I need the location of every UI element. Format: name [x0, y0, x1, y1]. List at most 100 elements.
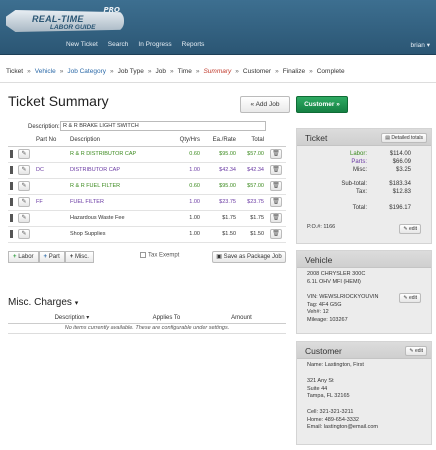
breadcrumb: Ticket » Vehicle » Job Category » Job Ty… — [6, 68, 345, 75]
divider — [0, 82, 436, 83]
drag-handle-icon[interactable] — [10, 198, 13, 206]
job-row[interactable]: ✎ DC DISTRIBUTOR CAP 1.00 $42.34 $42.34 🗑 — [8, 162, 286, 179]
tax-exempt-checkbox[interactable]: Tax Exempt — [140, 252, 179, 259]
po-number: P.O.#: 1166 — [307, 224, 336, 230]
vehicle-description: 2008 CHRYSLER 300C 6.1L OHV MFI (HEMI) — [307, 271, 366, 285]
col-total: Total — [238, 134, 266, 147]
edit-line-button[interactable]: ✎ — [18, 165, 30, 175]
job-row[interactable]: ✎ FF FUEL FILTER 1.00 $23.75 $23.75 🗑 — [8, 194, 286, 211]
delete-line-button[interactable]: 🗑 — [270, 197, 282, 207]
page-title: Ticket Summary — [8, 93, 109, 109]
crumb-finalize[interactable]: Finalize — [283, 68, 305, 75]
line-total: $1.75 — [238, 210, 266, 227]
drag-handle-icon[interactable] — [10, 214, 13, 222]
line-qty: 1.00 — [166, 210, 202, 227]
top-bar: PRO REAL-TIME LABOR GUIDE New Ticket Sea… — [0, 0, 436, 55]
customer-contact: Cell: 321-321-3211 Home: 489-654-3332 Em… — [307, 409, 378, 430]
crumb-complete[interactable]: Complete — [317, 68, 345, 75]
line-rate: $1.75 — [202, 210, 238, 227]
line-part-no — [34, 226, 68, 243]
edit-line-button[interactable]: ✎ — [18, 197, 30, 207]
crumb-time[interactable]: Time — [178, 68, 192, 75]
line-total: $57.00 — [238, 178, 266, 195]
description-input[interactable]: R & R BRAKE LIGHT SWITCH — [60, 121, 266, 131]
job-row[interactable]: ✎ R & R FUEL FILTER 0.60 $95.00 $57.00 🗑 — [8, 178, 286, 195]
vehicle-panel: Vehicle 2008 CHRYSLER 300C 6.1L OHV MFI … — [296, 250, 432, 334]
app-logo[interactable]: PRO REAL-TIME LABOR GUIDE — [6, 6, 124, 38]
edit-line-button[interactable]: ✎ — [18, 181, 30, 191]
crumb-customer[interactable]: Customer — [243, 68, 271, 75]
misc-col-amount: Amount — [197, 313, 286, 324]
delete-line-button[interactable]: 🗑 — [270, 213, 282, 223]
line-total: $42.34 — [238, 162, 266, 179]
job-row[interactable]: ✎ Shop Supplies 1.00 $1.50 $1.50 🗑 — [8, 226, 286, 243]
line-description: R & R DISTRIBUTOR CAP — [68, 146, 166, 163]
subtotal-label: Sub-total: — [341, 181, 367, 187]
tax-value: $12.83 — [392, 189, 411, 195]
customer-edit-button[interactable]: ✎ edit — [405, 346, 427, 356]
save-package-job-button[interactable]: ▣ Save as Package Job — [212, 251, 286, 263]
line-description: FUEL FILTER — [68, 194, 166, 211]
add-job-button[interactable]: « Add Job — [240, 96, 290, 113]
line-total: $57.00 — [238, 146, 266, 163]
nav-search[interactable]: Search — [108, 41, 129, 48]
drag-handle-icon[interactable] — [10, 230, 13, 238]
customer-panel: Customer ✎ edit Name: Lastington, First … — [296, 341, 432, 445]
nav-reports[interactable]: Reports — [182, 41, 205, 48]
ticket-panel: Ticket ▤ Detailed totals Labor: $114.00 … — [296, 128, 432, 244]
crumb-job-type[interactable]: Job Type — [118, 68, 144, 75]
delete-line-button[interactable]: 🗑 — [270, 181, 282, 191]
detailed-totals-button[interactable]: ▤ Detailed totals — [381, 133, 427, 143]
delete-line-button[interactable]: 🗑 — [270, 229, 282, 239]
delete-line-button[interactable]: 🗑 — [270, 165, 282, 175]
customer-address: 321 Any St Suite 44 Tampa, FL 32165 — [307, 378, 350, 399]
line-qty: 1.00 — [166, 162, 202, 179]
crumb-vehicle[interactable]: Vehicle — [35, 68, 56, 75]
crumb-ticket[interactable]: Ticket — [6, 68, 23, 75]
tax-label: Tax: — [355, 189, 367, 195]
line-description: Shop Supplies — [68, 226, 166, 243]
vehicle-panel-header: Vehicle — [297, 251, 431, 268]
add-labor-button[interactable]: + Labor — [8, 251, 39, 263]
line-part-no — [34, 210, 68, 227]
subtotal-value: $183.34 — [389, 181, 411, 187]
line-qty: 1.00 — [166, 194, 202, 211]
line-part-no: DC — [34, 162, 68, 179]
misc-charges-title: Misc. Charges ▾ — [8, 297, 79, 308]
line-description: DISTRIBUTOR CAP — [68, 162, 166, 179]
edit-line-button[interactable]: ✎ — [18, 149, 30, 159]
line-description: Hazardous Waste Fee — [68, 210, 166, 227]
line-rate: $95.00 — [202, 146, 238, 163]
parts-label: Parts: — [351, 159, 367, 165]
jobs-table: Part No Description Qty/Hrs Ea./Rate Tot… — [8, 134, 286, 243]
customer-button[interactable]: Customer » — [296, 96, 348, 113]
misc-charges-table: Description ▾ Applies To Amount No items… — [8, 313, 286, 334]
job-row[interactable]: ✎ Hazardous Waste Fee 1.00 $1.75 $1.75 🗑 — [8, 210, 286, 227]
customer-panel-header: Customer ✎ edit — [297, 342, 431, 359]
logo-line2: LABOR GUIDE — [50, 24, 96, 31]
drag-handle-icon[interactable] — [10, 182, 13, 190]
line-rate: $23.75 — [202, 194, 238, 211]
vehicle-edit-button[interactable]: ✎ edit — [399, 293, 421, 303]
user-menu[interactable]: brian ▾ — [410, 41, 430, 49]
delete-line-button[interactable]: 🗑 — [270, 149, 282, 159]
line-qty: 0.60 — [166, 178, 202, 195]
crumb-job-category[interactable]: Job Category — [67, 68, 106, 75]
line-part-no — [34, 146, 68, 163]
col-part-no: Part No — [34, 134, 68, 147]
edit-line-button[interactable]: ✎ — [18, 229, 30, 239]
drag-handle-icon[interactable] — [10, 166, 13, 174]
job-row[interactable]: ✎ R & R DISTRIBUTOR CAP 0.60 $95.00 $57.00 🗑 — [8, 146, 286, 163]
line-qty: 0.60 — [166, 146, 202, 163]
add-part-button[interactable]: + Part — [38, 251, 65, 263]
main-nav: New Ticket Search In Progress Reports — [66, 41, 204, 48]
add-misc-button[interactable]: + Misc. — [64, 251, 94, 263]
ticket-panel-header: Ticket ▤ Detailed totals — [297, 129, 431, 146]
labor-value: $114.00 — [389, 151, 411, 157]
drag-handle-icon[interactable] — [10, 150, 13, 158]
crumb-job[interactable]: Job — [156, 68, 166, 75]
ticket-edit-button[interactable]: ✎ edit — [399, 224, 421, 234]
nav-new-ticket[interactable]: New Ticket — [66, 41, 98, 48]
edit-line-button[interactable]: ✎ — [18, 213, 30, 223]
nav-in-progress[interactable]: In Progress — [138, 41, 171, 48]
